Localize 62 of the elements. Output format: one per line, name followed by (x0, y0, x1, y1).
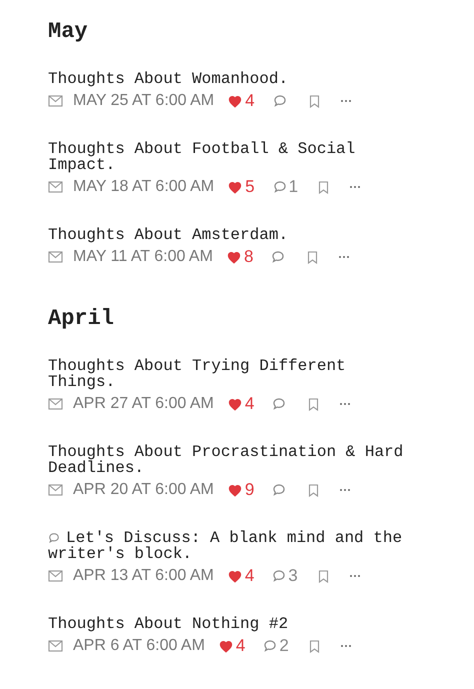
mail-icon (48, 570, 63, 582)
comment-icon (272, 94, 287, 108)
comment-icon (271, 250, 286, 264)
post-title[interactable]: Thoughts About Womanhood. (48, 71, 420, 87)
post-date: APR 27 AT 6:00 AM (73, 394, 214, 414)
like-button[interactable]: 5 (228, 177, 255, 197)
bookmark-icon[interactable] (308, 484, 320, 496)
more-icon[interactable] (349, 185, 362, 189)
comment-button[interactable]: 1 (272, 177, 298, 197)
more-icon[interactable] (339, 488, 352, 492)
comment-icon (272, 180, 287, 194)
section-heading: April (48, 306, 116, 332)
post-date: APR 6 AT 6:00 AM (73, 636, 205, 656)
section-heading: May (48, 19, 89, 45)
post-title[interactable]: Thoughts About Procrastination & Hard Deadlines. (48, 444, 420, 476)
comment-icon (272, 483, 286, 497)
more-icon[interactable] (340, 99, 352, 103)
comment-button[interactable]: 2 (263, 636, 289, 656)
bookmark-icon[interactable] (308, 640, 320, 652)
more-icon[interactable] (340, 644, 352, 648)
heart-icon (218, 640, 233, 652)
heart-icon (228, 570, 242, 582)
like-button[interactable]: 9 (228, 480, 254, 500)
post-date: MAY 11 AT 6:00 AM (73, 247, 213, 267)
mail-icon (48, 484, 63, 496)
post-date: MAY 25 AT 6:00 AM (73, 91, 214, 111)
comment-icon (48, 532, 60, 544)
bookmark-icon[interactable] (318, 180, 330, 194)
heart-icon (228, 94, 242, 108)
more-icon[interactable] (348, 574, 361, 578)
mail-icon (48, 640, 63, 652)
bookmark-icon[interactable] (307, 250, 318, 264)
post-title[interactable]: Thoughts About Football & Social Impact. (48, 141, 420, 173)
mail-icon (48, 398, 63, 410)
mail-icon (48, 181, 63, 193)
more-icon[interactable] (338, 255, 350, 259)
heart-icon (228, 398, 242, 410)
heart-icon (228, 484, 242, 496)
post-date: APR 20 AT 6:00 AM (73, 480, 214, 500)
heart-icon (228, 180, 242, 194)
comment-icon (272, 397, 286, 411)
post-title[interactable]: Thoughts About Nothing #2 (48, 616, 420, 632)
post-date: APR 13 AT 6:00 AM (73, 566, 214, 586)
like-button[interactable]: 8 (226, 247, 254, 267)
comment-icon (263, 639, 278, 653)
more-icon[interactable] (339, 402, 352, 406)
comment-button[interactable]: 3 (272, 566, 298, 586)
heart-icon (226, 250, 241, 264)
bookmark-icon[interactable] (318, 570, 329, 582)
bookmark-icon[interactable] (308, 398, 320, 410)
like-button[interactable]: 4 (228, 566, 254, 586)
post-title[interactable]: Thoughts About Trying Different Things. (48, 358, 420, 390)
post-title[interactable]: Let's Discuss: A blank mind and the writer's block. (48, 530, 420, 562)
bookmark-icon[interactable] (308, 94, 320, 108)
post-title[interactable]: Thoughts About Amsterdam. (48, 227, 420, 243)
comment-icon (272, 569, 286, 583)
post-date: MAY 18 AT 6:00 AM (73, 177, 214, 197)
mail-icon (48, 95, 63, 107)
like-button[interactable]: 4 (218, 636, 246, 656)
like-button[interactable]: 4 (228, 91, 255, 111)
like-button[interactable]: 4 (228, 394, 254, 414)
mail-icon (48, 251, 63, 263)
